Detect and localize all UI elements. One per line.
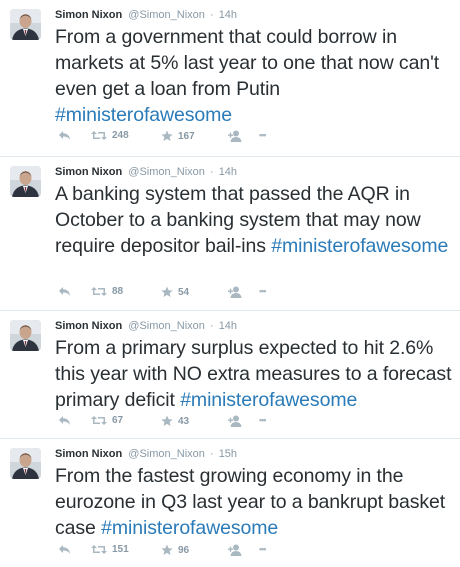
follow-icon: [228, 415, 242, 427]
reply-button[interactable]: [58, 544, 71, 555]
separator-dot: ·: [209, 166, 214, 178]
tweet-text: From a primary surplus expected to hit 2…: [55, 335, 455, 413]
retweet-count: 88: [112, 286, 124, 297]
favorite-icon: [161, 130, 173, 141]
more-icon: •••: [259, 286, 267, 296]
author-handle[interactable]: @Simon_Nixon: [128, 448, 205, 460]
tweet-header: Simon Nixon @Simon_Nixon · 14h: [55, 319, 237, 333]
tweet-header: Simon Nixon @Simon_Nixon · 14h: [55, 8, 237, 22]
more-button[interactable]: •••: [259, 544, 267, 554]
follow-button[interactable]: [228, 415, 242, 427]
favorite-button[interactable]: 43: [161, 415, 189, 427]
reply-button[interactable]: [58, 415, 71, 426]
tweet-timestamp[interactable]: 15h: [219, 448, 237, 460]
favorite-icon: [161, 544, 173, 555]
author-handle[interactable]: @Simon_Nixon: [128, 9, 205, 21]
follow-button[interactable]: [228, 130, 242, 142]
tweet-body: From a government that could borrow in m…: [55, 26, 440, 100]
author-handle[interactable]: @Simon_Nixon: [128, 320, 205, 332]
retweet-icon: [91, 545, 107, 554]
author-name[interactable]: Simon Nixon: [55, 448, 122, 460]
retweet-count: 67: [112, 415, 124, 426]
reply-icon: [59, 416, 70, 425]
more-icon: •••: [259, 130, 267, 140]
avatar[interactable]: [10, 9, 41, 40]
tweet-timestamp[interactable]: 14h: [219, 320, 237, 332]
favorite-button[interactable]: 96: [161, 544, 189, 556]
favorite-count: 96: [178, 544, 190, 556]
more-button[interactable]: •••: [259, 286, 267, 296]
avatar[interactable]: [10, 166, 41, 197]
tweet-text: A banking system that passed the AQR in …: [55, 181, 455, 259]
separator-dot: ·: [209, 320, 214, 332]
tweet-timestamp[interactable]: 14h: [219, 166, 237, 178]
avatar[interactable]: [10, 448, 41, 479]
retweet-count: 248: [112, 130, 129, 141]
follow-icon: [228, 544, 242, 556]
tweet-card[interactable]: Simon Nixon @Simon_Nixon · 14h From a pr…: [0, 311, 460, 439]
more-icon: •••: [259, 544, 267, 554]
author-handle[interactable]: @Simon_Nixon: [128, 166, 205, 178]
more-icon: •••: [259, 415, 267, 425]
favorite-icon: [161, 415, 173, 426]
hashtag-link[interactable]: #ministerofawesome: [180, 389, 357, 411]
author-name[interactable]: Simon Nixon: [55, 166, 122, 178]
follow-icon: [228, 286, 242, 298]
separator-dot: ·: [209, 9, 214, 21]
retweet-button[interactable]: 88: [91, 286, 123, 297]
follow-button[interactable]: [228, 544, 242, 556]
tweet-card[interactable]: Simon Nixon @Simon_Nixon · 14h From a go…: [0, 0, 460, 157]
tweet-header: Simon Nixon @Simon_Nixon · 15h: [55, 447, 237, 461]
follow-icon: [228, 130, 242, 142]
retweet-button[interactable]: 248: [91, 130, 129, 141]
tweet-card[interactable]: Simon Nixon @Simon_Nixon · 14h A banking…: [0, 157, 460, 311]
tweet-header: Simon Nixon @Simon_Nixon · 14h: [55, 165, 237, 179]
author-name[interactable]: Simon Nixon: [55, 9, 122, 21]
reply-icon: [59, 545, 70, 554]
retweet-icon: [91, 131, 107, 140]
retweet-button[interactable]: 151: [91, 544, 129, 555]
reply-icon: [59, 287, 70, 296]
retweet-button[interactable]: 67: [91, 415, 123, 426]
tweet-card[interactable]: Simon Nixon @Simon_Nixon · 15h From the …: [0, 439, 460, 567]
follow-button[interactable]: [228, 286, 242, 298]
reply-icon: [59, 131, 70, 140]
favorite-icon: [161, 286, 173, 297]
hashtag-link[interactable]: #ministerofawesome: [55, 104, 232, 126]
reply-button[interactable]: [58, 286, 71, 297]
separator-dot: ·: [209, 448, 214, 460]
retweet-count: 151: [112, 544, 129, 555]
avatar[interactable]: [10, 320, 41, 351]
retweet-icon: [91, 287, 107, 296]
favorite-button[interactable]: 167: [161, 130, 195, 142]
favorite-button[interactable]: 54: [161, 286, 189, 298]
retweet-icon: [91, 416, 107, 425]
more-button[interactable]: •••: [259, 130, 267, 140]
tweet-text: From the fastest growing economy in the …: [55, 463, 455, 541]
reply-button[interactable]: [58, 130, 71, 141]
hashtag-link[interactable]: #ministerofawesome: [271, 235, 448, 257]
tweet-timestamp[interactable]: 14h: [219, 9, 237, 21]
tweet-text: From a government that could borrow in m…: [55, 24, 455, 128]
favorite-count: 54: [178, 286, 190, 298]
favorite-count: 43: [178, 415, 190, 427]
author-name[interactable]: Simon Nixon: [55, 320, 122, 332]
hashtag-link[interactable]: #ministerofawesome: [101, 517, 278, 539]
favorite-count: 167: [178, 130, 195, 142]
more-button[interactable]: •••: [259, 415, 267, 425]
